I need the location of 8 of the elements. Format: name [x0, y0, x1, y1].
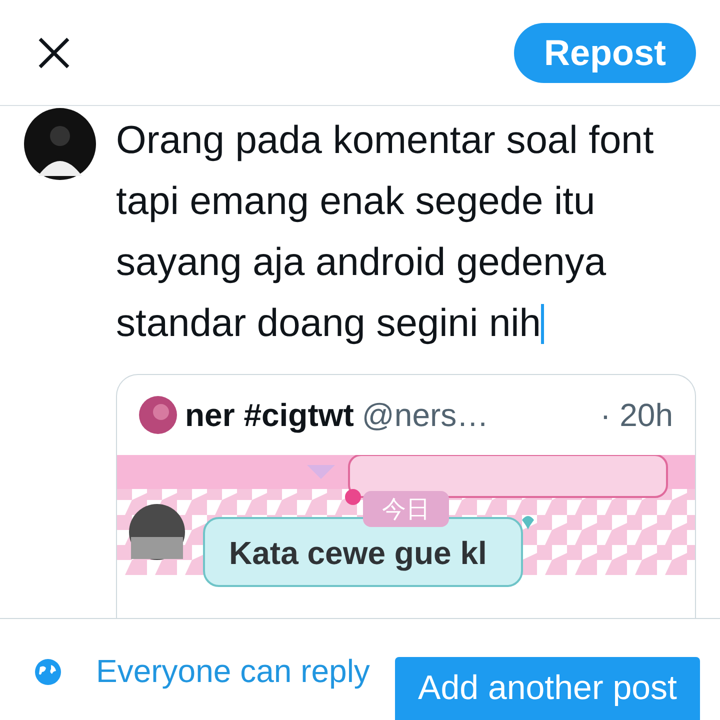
reply-setting[interactable]: Everyone can reply — [34, 653, 370, 690]
repost-button[interactable]: Repost — [514, 22, 696, 82]
author-handle: @ners… — [362, 396, 489, 434]
add-post-button[interactable]: Add another post — [395, 657, 700, 720]
post-time: · 20h — [600, 396, 673, 434]
post-text[interactable]: Orang pada komentar soal font tapi emang enak segede itu sayang aja android gedenya standar doang segini nih — [116, 110, 696, 354]
date-chip: 今日 — [363, 491, 449, 527]
author-name: ner #cigtwt — [185, 396, 354, 434]
